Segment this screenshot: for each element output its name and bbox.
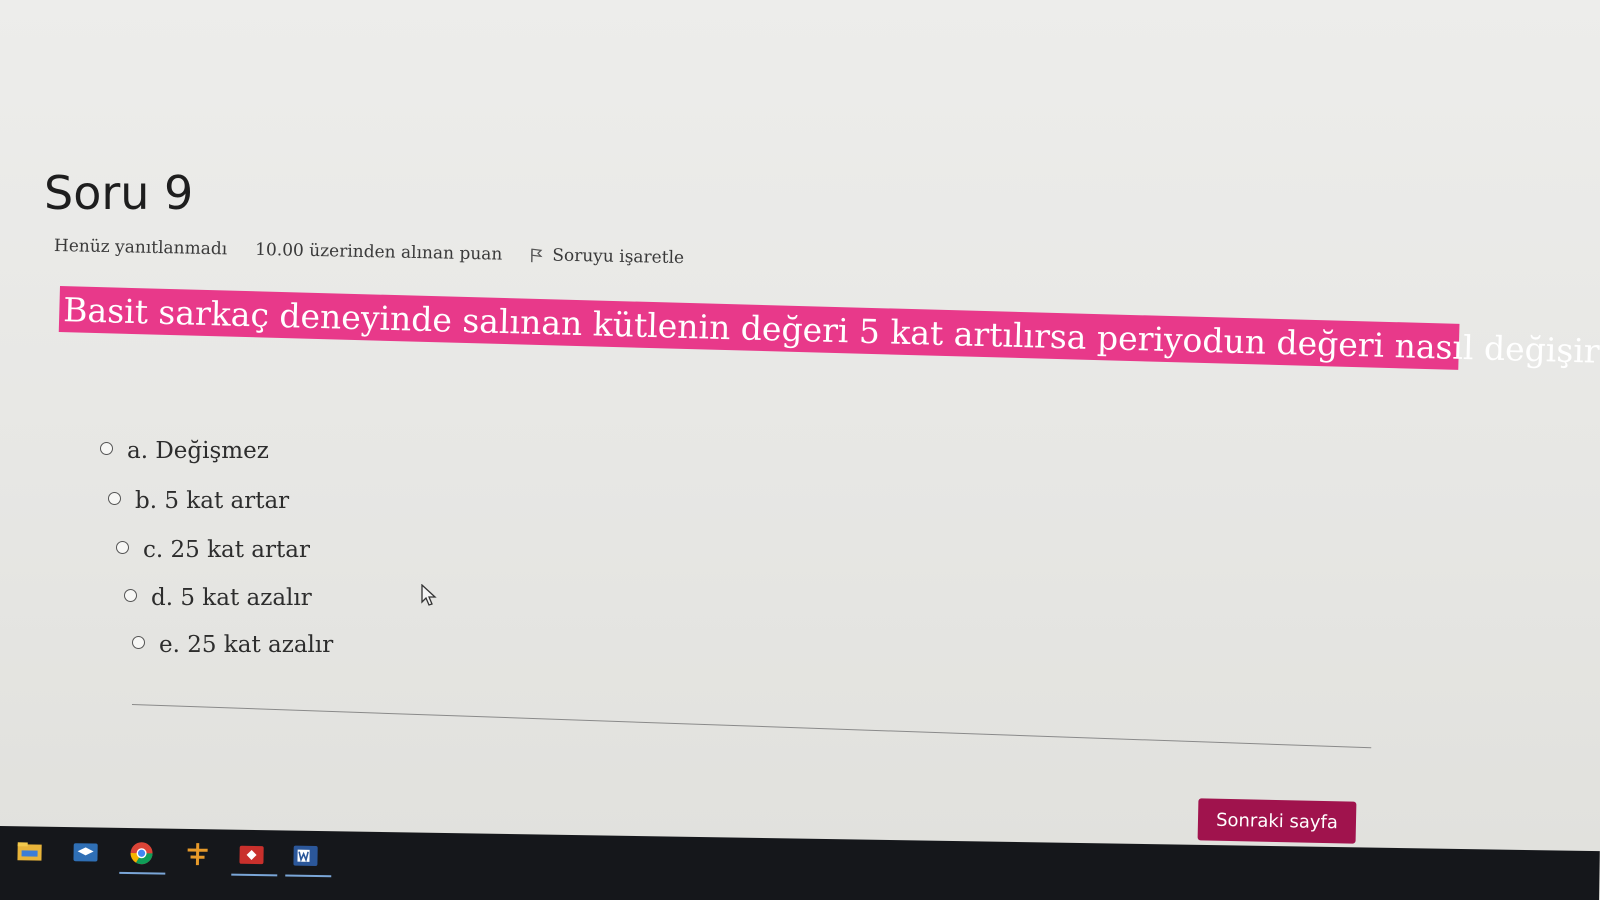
- flag-icon: [530, 247, 544, 263]
- app-icon[interactable]: [183, 841, 211, 867]
- mouse-pointer-icon: [421, 584, 437, 606]
- question-text: Basit sarkaç deneyinde salınan kütlenin …: [62, 289, 1600, 371]
- chrome-icon[interactable]: [127, 840, 155, 866]
- option-a[interactable]: a. Değişmez: [100, 438, 269, 464]
- flag-label: Soruyu işaretle: [552, 245, 685, 269]
- option-c-label: c. 25 kat artar: [143, 537, 310, 563]
- question-title: Soru 9: [44, 166, 194, 220]
- quiz-page: Soru 9 Henüz yanıtlanmadı 10.00 üzerinde…: [0, 0, 1600, 844]
- radio-option-b[interactable]: [108, 491, 121, 505]
- flag-question-link[interactable]: Soruyu işaretle: [530, 245, 684, 268]
- radio-option-a[interactable]: [100, 441, 113, 455]
- media-active-indicator: [231, 873, 278, 877]
- file-explorer-icon[interactable]: [15, 838, 43, 864]
- option-a-label: a. Değişmez: [127, 438, 269, 464]
- word-active-indicator: [285, 874, 332, 878]
- question-info: Henüz yanıtlanmadı 10.00 üzerinden alına…: [54, 236, 684, 268]
- media-icon[interactable]: [237, 842, 265, 868]
- question-state: Henüz yanıtlanmadı: [53, 236, 228, 260]
- option-c[interactable]: c. 25 kat artar: [116, 537, 310, 563]
- option-e-label: e. 25 kat azalır: [159, 632, 334, 658]
- option-d-label: d. 5 kat azalır: [151, 585, 312, 611]
- radio-option-d[interactable]: [124, 588, 137, 602]
- next-page-button[interactable]: Sonraki sayfa: [1197, 798, 1357, 844]
- store-icon[interactable]: [71, 839, 99, 865]
- word-icon[interactable]: [291, 843, 319, 869]
- chrome-active-indicator: [119, 871, 166, 875]
- option-b[interactable]: b. 5 kat artar: [108, 488, 289, 514]
- radio-option-e[interactable]: [132, 635, 145, 649]
- option-d[interactable]: d. 5 kat azalır: [124, 585, 312, 611]
- section-divider: [131, 704, 1372, 749]
- option-b-label: b. 5 kat artar: [135, 488, 290, 514]
- option-e[interactable]: e. 25 kat azalır: [132, 632, 333, 658]
- question-grade: 10.00 üzerinden alınan puan: [254, 239, 503, 265]
- radio-option-c[interactable]: [116, 540, 129, 554]
- question-highlight: Basit sarkaç deneyinde salınan kütlenin …: [58, 286, 1600, 371]
